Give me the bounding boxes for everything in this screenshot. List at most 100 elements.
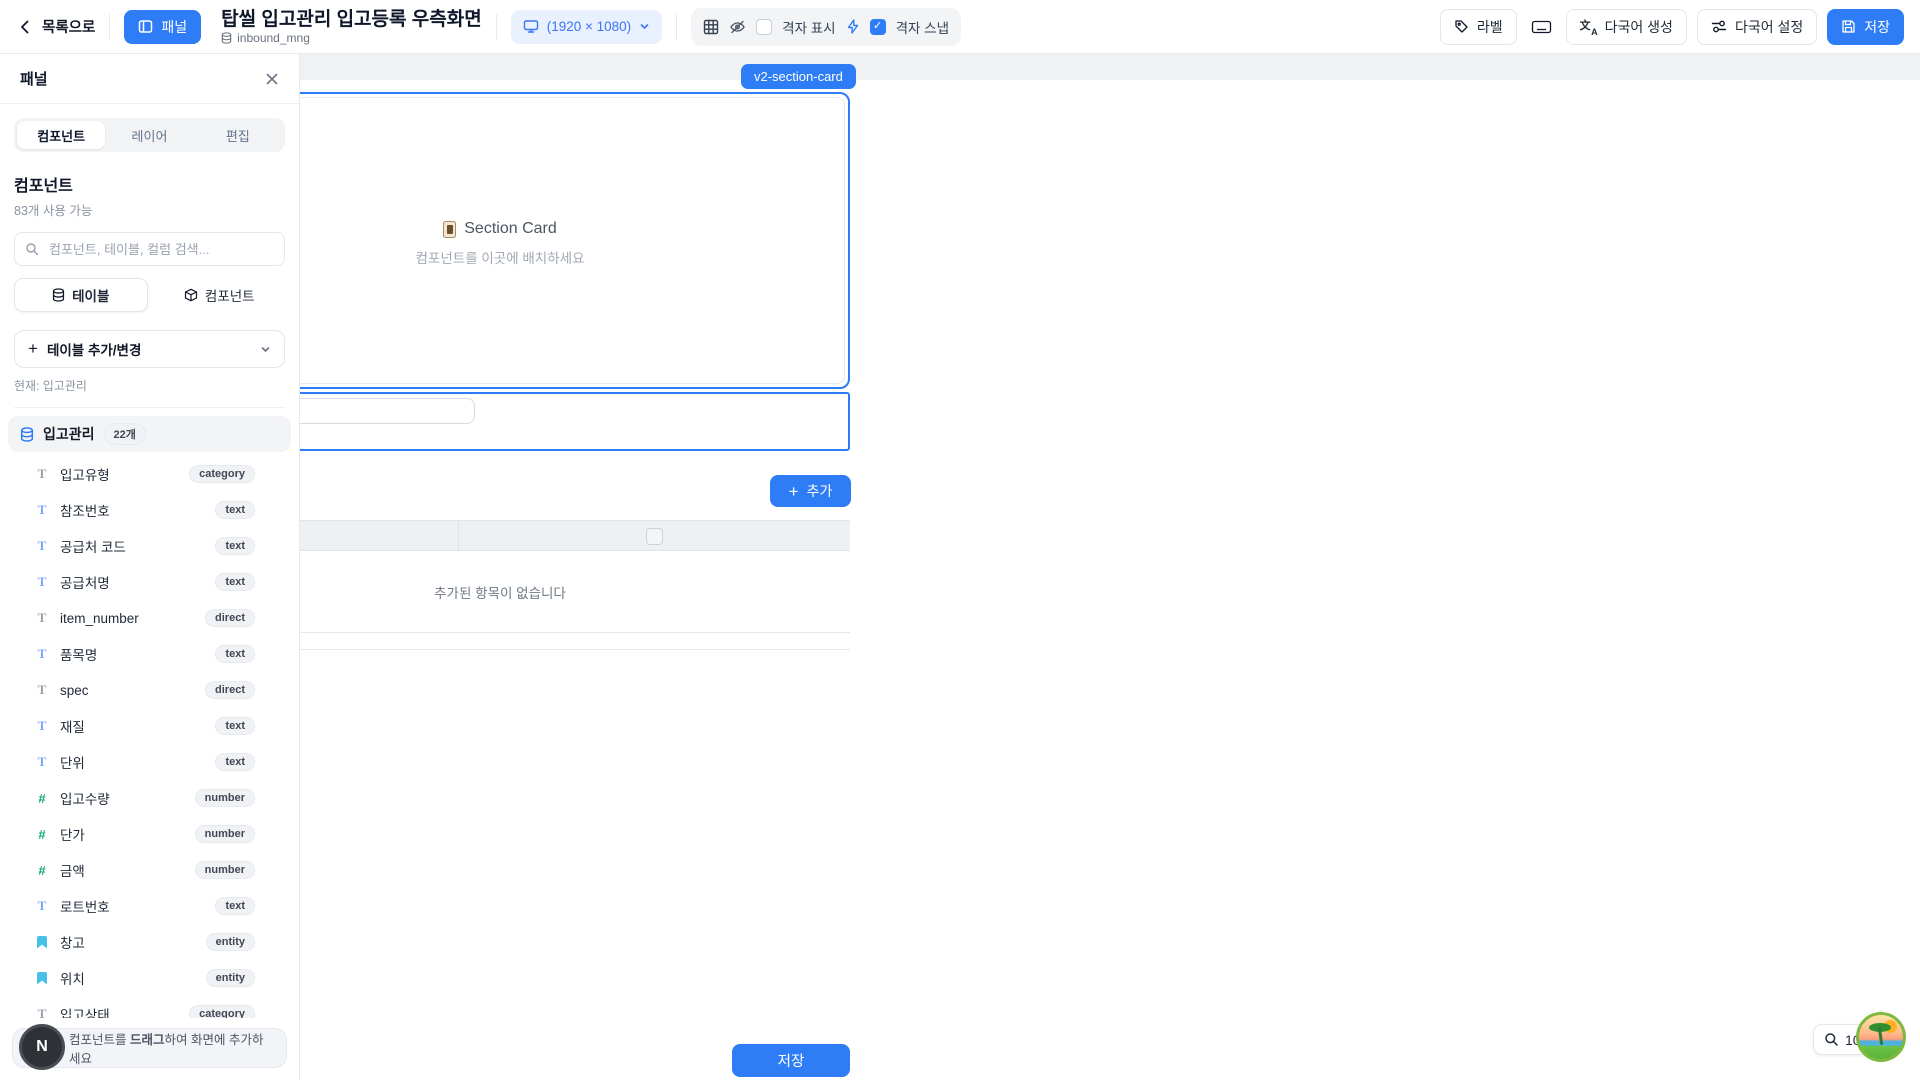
field-row[interactable]: 참조번호 text <box>6 492 293 528</box>
plus-icon: + <box>28 339 38 359</box>
field-label: 입고상태 <box>60 1004 110 1018</box>
eye-off-icon <box>729 19 746 35</box>
field-label: 로트번호 <box>60 896 110 916</box>
table-group-header[interactable]: 입고관리 22개 <box>8 416 291 452</box>
field-type-badge: number <box>195 789 255 807</box>
current-table-label: 현재: 입고관리 <box>14 377 285 394</box>
table-reference: inbound_mng <box>237 32 310 44</box>
keyboard-icon <box>1531 19 1552 35</box>
field-row[interactable]: 공급처 코드 text <box>6 528 293 564</box>
grid-icon <box>703 19 719 35</box>
field-row[interactable]: 로트번호 text <box>6 888 293 924</box>
plus-icon: + <box>789 483 799 500</box>
tab-edit[interactable]: 편집 <box>194 121 282 149</box>
field-row[interactable]: 품목명 text <box>6 636 293 672</box>
field-type-badge: text <box>215 717 255 735</box>
save-button[interactable]: 저장 <box>1827 9 1904 45</box>
column-divider <box>458 521 459 550</box>
tab-components[interactable]: 컴포넌트 <box>17 121 105 149</box>
grid-show-label: 격자 표시 <box>782 17 835 37</box>
field-list: 입고관리 22개 입고유형 category 참조번호 text 공급처 코드 … <box>0 414 299 1018</box>
field-type-icon <box>34 863 50 878</box>
divider <box>676 14 677 40</box>
island-sticker-icon <box>1856 1012 1906 1062</box>
field-row[interactable]: 위치 entity <box>6 960 293 996</box>
panel-toggle-button[interactable]: 패널 <box>124 10 201 44</box>
field-row[interactable]: 단가 number <box>6 816 293 852</box>
label-button[interactable]: 라벨 <box>1440 9 1517 45</box>
field-label: 입고유형 <box>60 464 110 484</box>
panel-title: 패널 <box>20 68 48 89</box>
section-card-title: Section Card <box>464 220 557 238</box>
field-row[interactable]: 입고수량 number <box>6 780 293 816</box>
page-title: 탑씰 입고관리 입고등록 우측화면 <box>221 10 482 29</box>
field-label: 품목명 <box>60 644 97 664</box>
section-card-subtitle: 컴포넌트를 이곳에 배치하세요 <box>416 247 585 267</box>
chevron-down-icon <box>639 21 650 32</box>
field-label: 창고 <box>60 932 85 952</box>
field-type-badge: direct <box>205 681 255 699</box>
field-label: spec <box>60 683 89 698</box>
field-type-badge: number <box>195 825 255 843</box>
field-label: item_number <box>60 611 139 626</box>
field-type-badge: direct <box>205 609 255 627</box>
field-type-icon <box>34 972 50 985</box>
group-table-name: 입고관리 <box>43 424 95 444</box>
field-type-icon <box>34 754 50 770</box>
field-type-icon <box>34 936 50 949</box>
source-tab-bar: 테이블 컴포넌트 <box>14 278 285 312</box>
field-row[interactable]: 공급처명 text <box>6 564 293 600</box>
field-row[interactable]: spec direct <box>6 672 293 708</box>
database-icon <box>52 288 65 302</box>
field-type-badge: category <box>189 1005 255 1018</box>
panel-left-icon <box>138 19 153 34</box>
canvas-save-button[interactable]: 저장 <box>732 1044 850 1077</box>
field-type-badge: text <box>215 645 255 663</box>
field-row[interactable]: 재질 text <box>6 708 293 744</box>
field-label: 재질 <box>60 716 85 736</box>
source-tab-table[interactable]: 테이블 <box>14 278 148 312</box>
close-icon[interactable] <box>265 72 279 86</box>
field-row[interactable]: 단위 text <box>6 744 293 780</box>
lightning-icon <box>846 19 860 34</box>
source-tab-component[interactable]: 컴포넌트 <box>154 278 286 312</box>
field-label: 입고수량 <box>60 788 110 808</box>
grid-snap-checkbox[interactable]: ✓ <box>870 19 886 35</box>
field-label: 참조번호 <box>60 500 110 520</box>
i18n-settings-button[interactable]: 다국어 설정 <box>1697 9 1817 45</box>
field-row[interactable]: 입고상태 category <box>6 996 293 1018</box>
field-type-icon <box>34 574 50 590</box>
grid-snap-label: 격자 스냅 <box>896 17 949 37</box>
resolution-value: (1920 × 1080) <box>547 19 631 34</box>
search-input[interactable] <box>47 241 274 258</box>
chevron-down-icon <box>260 344 271 355</box>
field-row[interactable]: 창고 entity <box>6 924 293 960</box>
search-icon <box>25 242 39 256</box>
grid-show-checkbox[interactable] <box>756 19 772 35</box>
languages-icon: 文A <box>1580 19 1597 35</box>
field-type-badge: text <box>215 573 255 591</box>
tab-layers[interactable]: 레이어 <box>105 121 193 149</box>
back-label: 목록으로 <box>42 16 95 37</box>
field-type-icon <box>34 610 50 626</box>
field-type-badge: category <box>189 465 255 483</box>
field-row[interactable]: 금액 number <box>6 852 293 888</box>
field-type-icon <box>34 502 50 518</box>
field-type-badge: text <box>215 753 255 771</box>
i18n-generate-button[interactable]: 文A 다국어 생성 <box>1566 9 1687 45</box>
field-type-icon <box>34 827 50 842</box>
add-change-table-dropdown[interactable]: + 테이블 추가/변경 <box>14 330 285 368</box>
back-to-list-button[interactable]: 목록으로 <box>16 16 95 37</box>
add-row-button[interactable]: + 추가 <box>770 475 851 507</box>
header-checkbox[interactable] <box>646 528 663 545</box>
field-row[interactable]: item_number direct <box>6 600 293 636</box>
save-icon <box>1841 19 1856 34</box>
top-toolbar: 목록으로 패널 탑씰 입고관리 입고등록 우측화면 inbound_mng (1… <box>0 0 1920 54</box>
field-row[interactable]: 입고유형 category <box>6 456 293 492</box>
table-empty-message: 추가된 항목이 없습니다 <box>434 582 566 602</box>
resolution-selector[interactable]: (1920 × 1080) <box>511 10 662 44</box>
shortcuts-button[interactable] <box>1527 9 1556 45</box>
screen-title-block: 탑씰 입고관리 입고등록 우측화면 inbound_mng <box>221 10 482 44</box>
card-emoji-icon <box>443 221 456 238</box>
field-type-icon <box>34 466 50 482</box>
